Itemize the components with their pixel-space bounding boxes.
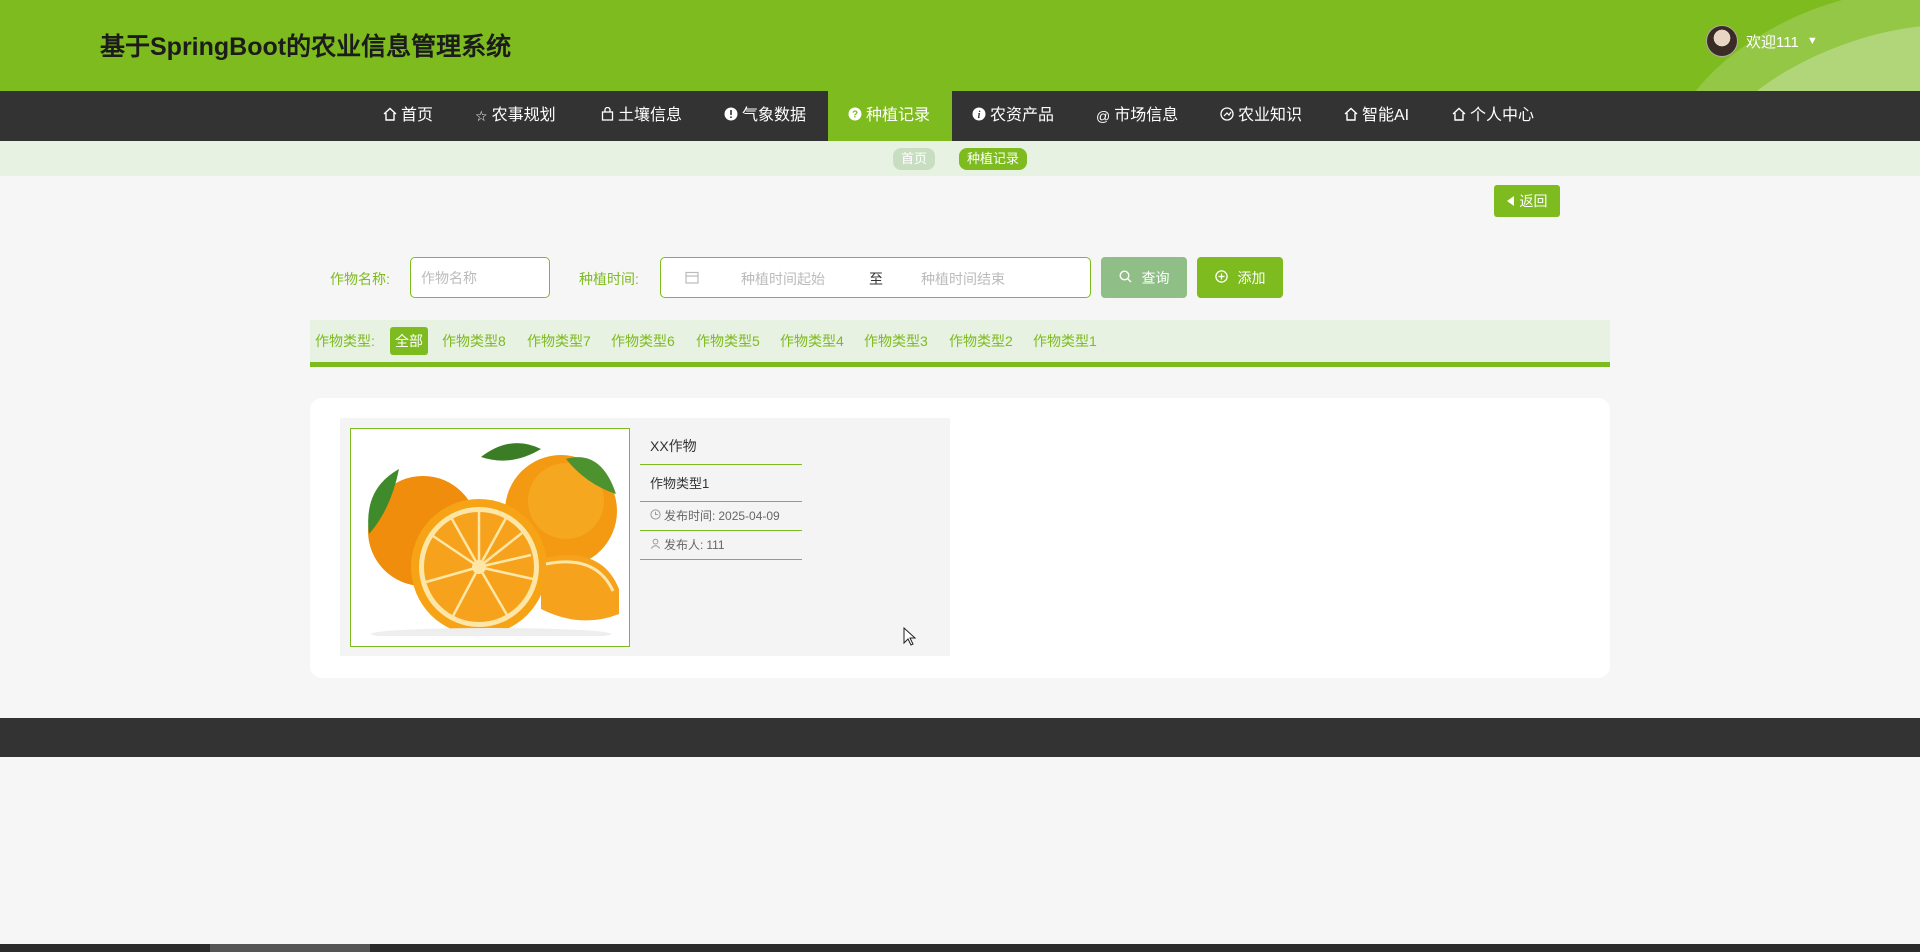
nav-label: 个人中心: [1470, 107, 1535, 124]
mouse-cursor-icon: [903, 626, 917, 652]
taskbar-item[interactable]: [210, 944, 370, 952]
clock-icon: [650, 502, 661, 531]
home-icon: [1452, 91, 1466, 141]
nav-item-farm-products[interactable]: i 农资产品: [972, 91, 1054, 141]
star-icon: ☆: [475, 108, 488, 124]
nav-item-planting-records[interactable]: ? 种植记录: [828, 91, 952, 141]
crop-type-filter: 作物类型: 全部 作物类型8 作物类型7 作物类型6 作物类型5 作物类型4 作…: [310, 320, 1610, 367]
nav-item-weather[interactable]: 气象数据: [724, 91, 806, 141]
type-option[interactable]: 作物类型1: [1033, 327, 1097, 355]
breadcrumb-home[interactable]: 首页: [893, 148, 936, 170]
breadcrumb-current: 种植记录: [959, 148, 1028, 170]
record-type: 作物类型1: [640, 465, 802, 502]
main-nav: 首页 ☆ 农事规划 土壤信息 气象数据 ? 种植记录 i 农资产品 @ 市场信息: [0, 91, 1920, 141]
start-time-input[interactable]: 种植时间起始: [741, 269, 825, 289]
site-title: 基于SpringBoot的农业信息管理系统: [100, 33, 512, 61]
records-panel: XX作物 作物类型1 发布时间: 2025-04-09 发布人: 111: [310, 398, 1610, 678]
publisher-value: 111: [706, 537, 725, 552]
nav-label: 气象数据: [742, 107, 807, 124]
type-option[interactable]: 作物类型6: [611, 327, 675, 355]
orange-image: [361, 439, 619, 636]
home-icon: [1344, 91, 1358, 141]
nav-label: 首页: [401, 107, 434, 124]
nav-item-ai[interactable]: 智能AI: [1344, 91, 1409, 141]
header: 基于SpringBoot的农业信息管理系统 欢迎111 ▼: [0, 0, 1920, 91]
publish-time-label: 发布时间:: [664, 508, 716, 523]
nav-item-farm-plan[interactable]: ☆ 农事规划: [475, 91, 556, 141]
type-option[interactable]: 作物类型7: [527, 327, 591, 355]
record-card[interactable]: XX作物 作物类型1 发布时间: 2025-04-09 发布人: 111: [340, 418, 950, 656]
planting-time-range[interactable]: 种植时间起始 至 种植时间结束: [660, 257, 1091, 298]
nav-label: 市场信息: [1114, 107, 1179, 124]
record-publish-time: 发布时间: 2025-04-09: [640, 502, 802, 531]
end-time-input[interactable]: 种植时间结束: [921, 269, 1005, 289]
nav-item-home[interactable]: 首页: [383, 91, 433, 141]
alert-icon: [724, 91, 738, 141]
nav-item-knowledge[interactable]: 农业知识: [1220, 91, 1302, 141]
publisher-label: 发布人:: [664, 537, 704, 552]
back-label: 返回: [1519, 193, 1548, 209]
nav-label: 种植记录: [866, 107, 931, 124]
user-greeting[interactable]: 欢迎111: [1746, 31, 1799, 52]
range-separator: 至: [869, 271, 883, 287]
crop-name-input[interactable]: 作物名称: [410, 257, 550, 298]
help-icon: ?: [848, 91, 862, 141]
record-image-frame[interactable]: [350, 428, 630, 647]
info-icon: i: [972, 91, 986, 141]
nav-label: 农业知识: [1238, 107, 1303, 124]
gauge-icon: [1220, 91, 1234, 141]
query-button[interactable]: 查询: [1101, 257, 1187, 298]
user-icon: [650, 531, 661, 560]
add-label: 添加: [1237, 269, 1266, 286]
record-publisher: 发布人: 111: [640, 531, 802, 560]
type-option[interactable]: 作物类型2: [949, 327, 1013, 355]
taskbar: [0, 944, 1920, 952]
bag-icon: [601, 91, 614, 141]
at-icon: @: [1096, 108, 1111, 124]
nav-label: 土壤信息: [618, 107, 683, 124]
breadcrumb: 首页 种植记录: [0, 141, 1920, 176]
add-button[interactable]: 添加: [1197, 257, 1283, 298]
nav-label: 农事规划: [491, 107, 556, 124]
nav-item-personal-center[interactable]: 个人中心: [1452, 91, 1534, 141]
nav-item-market[interactable]: @ 市场信息: [1096, 91, 1178, 141]
planting-time-label: 种植时间:: [579, 271, 639, 287]
back-button[interactable]: 返回: [1494, 185, 1560, 217]
home-icon: [383, 91, 397, 141]
nav-item-soil[interactable]: 土壤信息: [601, 91, 682, 141]
caret-down-icon[interactable]: ▼: [1807, 35, 1818, 47]
type-option[interactable]: 作物类型4: [780, 327, 844, 355]
svg-text:?: ?: [852, 110, 858, 121]
record-info: XX作物 作物类型1 发布时间: 2025-04-09 发布人: 111: [640, 428, 802, 560]
search-icon: [1118, 269, 1132, 286]
avatar[interactable]: [1706, 25, 1738, 57]
type-option[interactable]: 作物类型5: [696, 327, 760, 355]
crop-type-label: 作物类型:: [315, 333, 375, 349]
footer: [0, 718, 1920, 757]
crop-name-label: 作物名称:: [330, 271, 390, 287]
nav-label: 智能AI: [1362, 107, 1410, 124]
nav-label: 农资产品: [990, 107, 1055, 124]
query-label: 查询: [1141, 269, 1170, 286]
caret-left-icon: [1506, 193, 1515, 209]
user-menu[interactable]: 欢迎111 ▼: [1706, 25, 1818, 57]
calendar-icon: [685, 271, 699, 287]
record-name[interactable]: XX作物: [640, 428, 802, 465]
crop-name-placeholder: 作物名称: [421, 269, 477, 286]
publish-time-value: 2025-04-09: [718, 508, 780, 523]
type-option-all[interactable]: 全部: [390, 327, 428, 355]
plus-circle-icon: [1214, 269, 1228, 286]
type-option[interactable]: 作物类型3: [864, 327, 928, 355]
type-option[interactable]: 作物类型8: [442, 327, 506, 355]
svg-text:i: i: [978, 110, 981, 121]
